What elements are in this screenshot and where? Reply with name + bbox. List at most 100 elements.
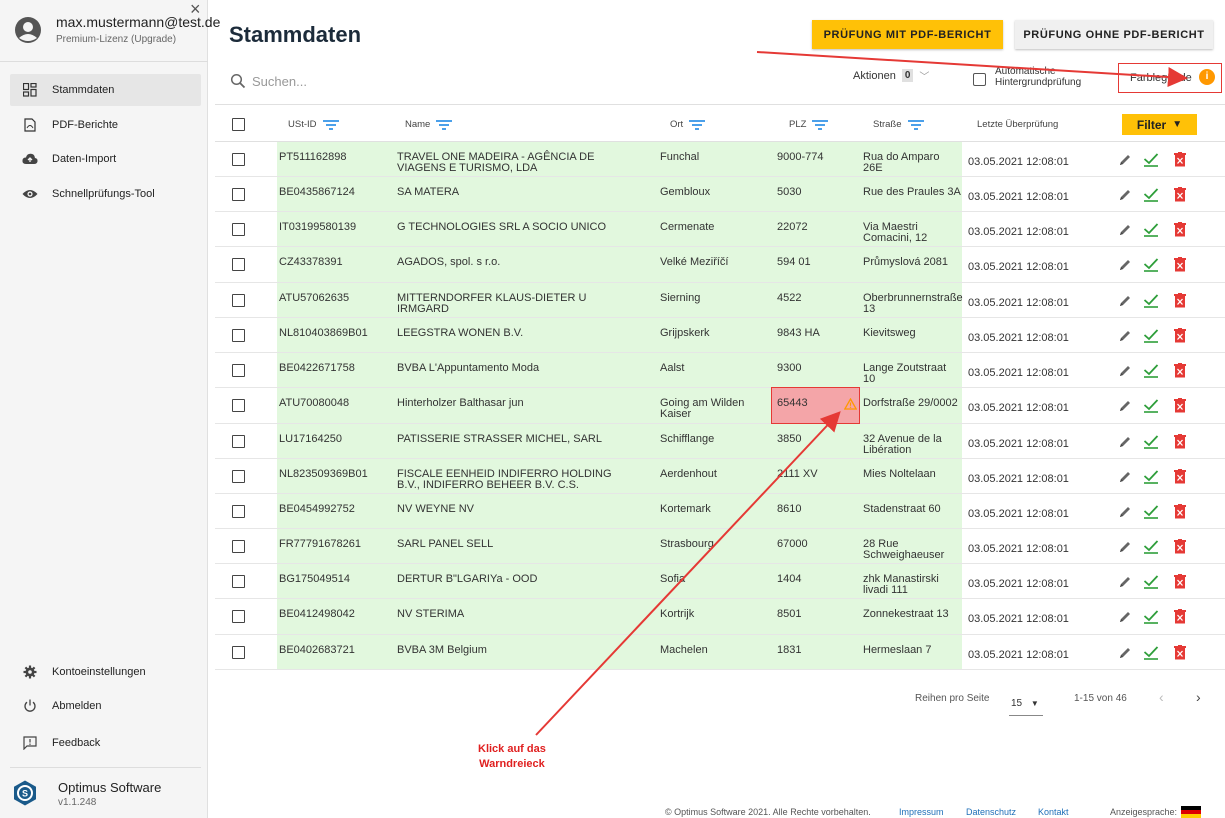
row-checkbox[interactable]	[232, 399, 245, 412]
sidebar-item-stammdaten[interactable]: Stammdaten	[10, 74, 201, 106]
warning-triangle-icon[interactable]	[844, 398, 857, 410]
check-icon[interactable]	[1143, 470, 1159, 484]
table-row[interactable]: PT511162898 TRAVEL ONE MADEIRA - AGÊNCIA …	[215, 142, 1225, 177]
row-checkbox[interactable]	[232, 540, 245, 553]
edit-pencil-icon[interactable]	[1118, 364, 1132, 378]
table-row[interactable]: NL810403869B01 LEEGSTRA WONEN B.V. Grijpsk…	[215, 318, 1225, 353]
delete-icon[interactable]	[1174, 434, 1186, 449]
edit-pencil-icon[interactable]	[1118, 153, 1132, 167]
edit-pencil-icon[interactable]	[1118, 646, 1132, 660]
check-icon[interactable]	[1143, 610, 1159, 624]
rows-per-page-select[interactable]: 15 ▼	[1009, 696, 1043, 716]
sidebar-item-daten-import[interactable]: Daten-Import	[10, 143, 201, 175]
edit-pencil-icon[interactable]	[1118, 435, 1132, 449]
sort-icon[interactable]	[812, 119, 829, 130]
table-row[interactable]: BE0454992752 NV WEYNE NV Kortemark 8610 Stad…	[215, 494, 1225, 529]
edit-pencil-icon[interactable]	[1118, 505, 1132, 519]
sidebar-item-schnellpruefung[interactable]: Schnellprüfungs-Tool	[10, 178, 201, 210]
row-checkbox[interactable]	[232, 435, 245, 448]
sidebar-item-pdf-berichte[interactable]: PDF-Berichte	[10, 109, 201, 141]
user-license[interactable]: Premium-Lizenz (Upgrade)	[56, 34, 176, 45]
column-ustid[interactable]: USt-ID	[288, 119, 339, 130]
check-icon[interactable]	[1143, 399, 1159, 413]
column-plz[interactable]: PLZ	[789, 119, 829, 130]
close-icon[interactable]: ×	[190, 0, 201, 18]
table-row[interactable]: ATU70080048 Hinterholzer Balthasar jun Goi…	[215, 387, 1225, 424]
row-checkbox[interactable]	[232, 646, 245, 659]
pruefung-ohne-pdf-button[interactable]: PRÜFUNG OHNE PDF-BERICHT	[1015, 20, 1213, 49]
sort-icon[interactable]	[907, 119, 924, 130]
actions-dropdown[interactable]: Aktionen 0 ﹀	[853, 68, 929, 83]
delete-icon[interactable]	[1174, 363, 1186, 378]
german-flag-icon[interactable]	[1181, 806, 1201, 818]
row-checkbox[interactable]	[232, 153, 245, 166]
edit-pencil-icon[interactable]	[1118, 294, 1132, 308]
delete-icon[interactable]	[1174, 609, 1186, 624]
sidebar-item-feedback[interactable]: Feedback	[10, 727, 201, 759]
avatar-icon[interactable]	[14, 16, 42, 44]
row-checkbox[interactable]	[232, 610, 245, 623]
auto-check-checkbox[interactable]	[973, 73, 986, 86]
table-row[interactable]: IT03199580139 G TECHNOLOGIES SRL A SOCIO …	[215, 212, 1225, 247]
check-icon[interactable]	[1143, 188, 1159, 202]
pruefung-mit-pdf-button[interactable]: PRÜFUNG MIT PDF-BERICHT	[812, 20, 1003, 49]
row-checkbox[interactable]	[232, 188, 245, 201]
edit-pencil-icon[interactable]	[1118, 575, 1132, 589]
sidebar-item-kontoeinstellungen[interactable]: Kontoeinstellungen	[10, 656, 201, 688]
edit-pencil-icon[interactable]	[1118, 329, 1132, 343]
table-row[interactable]: LU17164250 PATISSERIE STRASSER MICHEL, SA…	[215, 424, 1225, 459]
delete-icon[interactable]	[1174, 328, 1186, 343]
check-icon[interactable]	[1143, 329, 1159, 343]
footer-datenschutz-link[interactable]: Datenschutz	[966, 807, 1016, 817]
check-icon[interactable]	[1143, 646, 1159, 660]
check-icon[interactable]	[1143, 540, 1159, 554]
check-icon[interactable]	[1143, 258, 1159, 272]
delete-icon[interactable]	[1174, 504, 1186, 519]
delete-icon[interactable]	[1174, 398, 1186, 413]
check-icon[interactable]	[1143, 575, 1159, 589]
delete-icon[interactable]	[1174, 257, 1186, 272]
row-checkbox[interactable]	[232, 470, 245, 483]
row-checkbox[interactable]	[232, 223, 245, 236]
edit-pencil-icon[interactable]	[1118, 610, 1132, 624]
table-row[interactable]: BG175049514 DERTUR B"LGARIYa - OOD Sofia 14…	[215, 564, 1225, 599]
check-icon[interactable]	[1143, 223, 1159, 237]
sort-icon[interactable]	[689, 119, 706, 130]
row-checkbox[interactable]	[232, 364, 245, 377]
column-strasse[interactable]: Straße	[873, 119, 924, 130]
table-row[interactable]: BE0435867124 SA MATERA Gembloux 5030 Rue des…	[215, 177, 1225, 212]
footer-kontakt-link[interactable]: Kontakt	[1038, 807, 1069, 817]
row-checkbox[interactable]	[232, 294, 245, 307]
delete-icon[interactable]	[1174, 222, 1186, 237]
next-page-button[interactable]: ›	[1196, 689, 1201, 705]
column-letzte-ueberpruefung[interactable]: Letzte Überprüfung	[977, 119, 1058, 130]
edit-pencil-icon[interactable]	[1118, 223, 1132, 237]
table-row[interactable]: FR77791678261 SARL PANEL SELL Strasbourg 67…	[215, 529, 1225, 564]
column-name[interactable]: Name	[405, 119, 453, 130]
row-checkbox[interactable]	[232, 505, 245, 518]
delete-icon[interactable]	[1174, 293, 1186, 308]
edit-pencil-icon[interactable]	[1118, 258, 1132, 272]
filter-button[interactable]: Filter ▼	[1122, 114, 1197, 135]
sidebar-item-abmelden[interactable]: Abmelden	[10, 690, 201, 722]
footer-impressum-link[interactable]: Impressum	[899, 807, 944, 817]
check-icon[interactable]	[1143, 505, 1159, 519]
edit-pencil-icon[interactable]	[1118, 399, 1132, 413]
sort-icon[interactable]	[436, 119, 453, 130]
table-row[interactable]: NL823509369B01 FISCALE EENHEID INDIFERRO …	[215, 459, 1225, 494]
table-row[interactable]: BE0402683721 BVBA 3M Belgium Machelen 1831 H…	[215, 635, 1225, 670]
delete-icon[interactable]	[1174, 187, 1186, 202]
column-ort[interactable]: Ort	[670, 119, 706, 130]
check-icon[interactable]	[1143, 153, 1159, 167]
table-row[interactable]: BE0422671758 BVBA L'Appuntamento Moda Aals…	[215, 353, 1225, 388]
check-icon[interactable]	[1143, 364, 1159, 378]
edit-pencil-icon[interactable]	[1118, 188, 1132, 202]
table-row[interactable]: BE0412498042 NV STERIMA Kortrijk 8501 Zonnek…	[215, 599, 1225, 635]
edit-pencil-icon[interactable]	[1118, 540, 1132, 554]
table-row[interactable]: ATU57062635 MITTERNDORFER KLAUS-DIETER U …	[215, 283, 1225, 318]
check-icon[interactable]	[1143, 435, 1159, 449]
delete-icon[interactable]	[1174, 539, 1186, 554]
delete-icon[interactable]	[1174, 574, 1186, 589]
row-checkbox[interactable]	[232, 258, 245, 271]
sort-icon[interactable]	[322, 119, 339, 130]
